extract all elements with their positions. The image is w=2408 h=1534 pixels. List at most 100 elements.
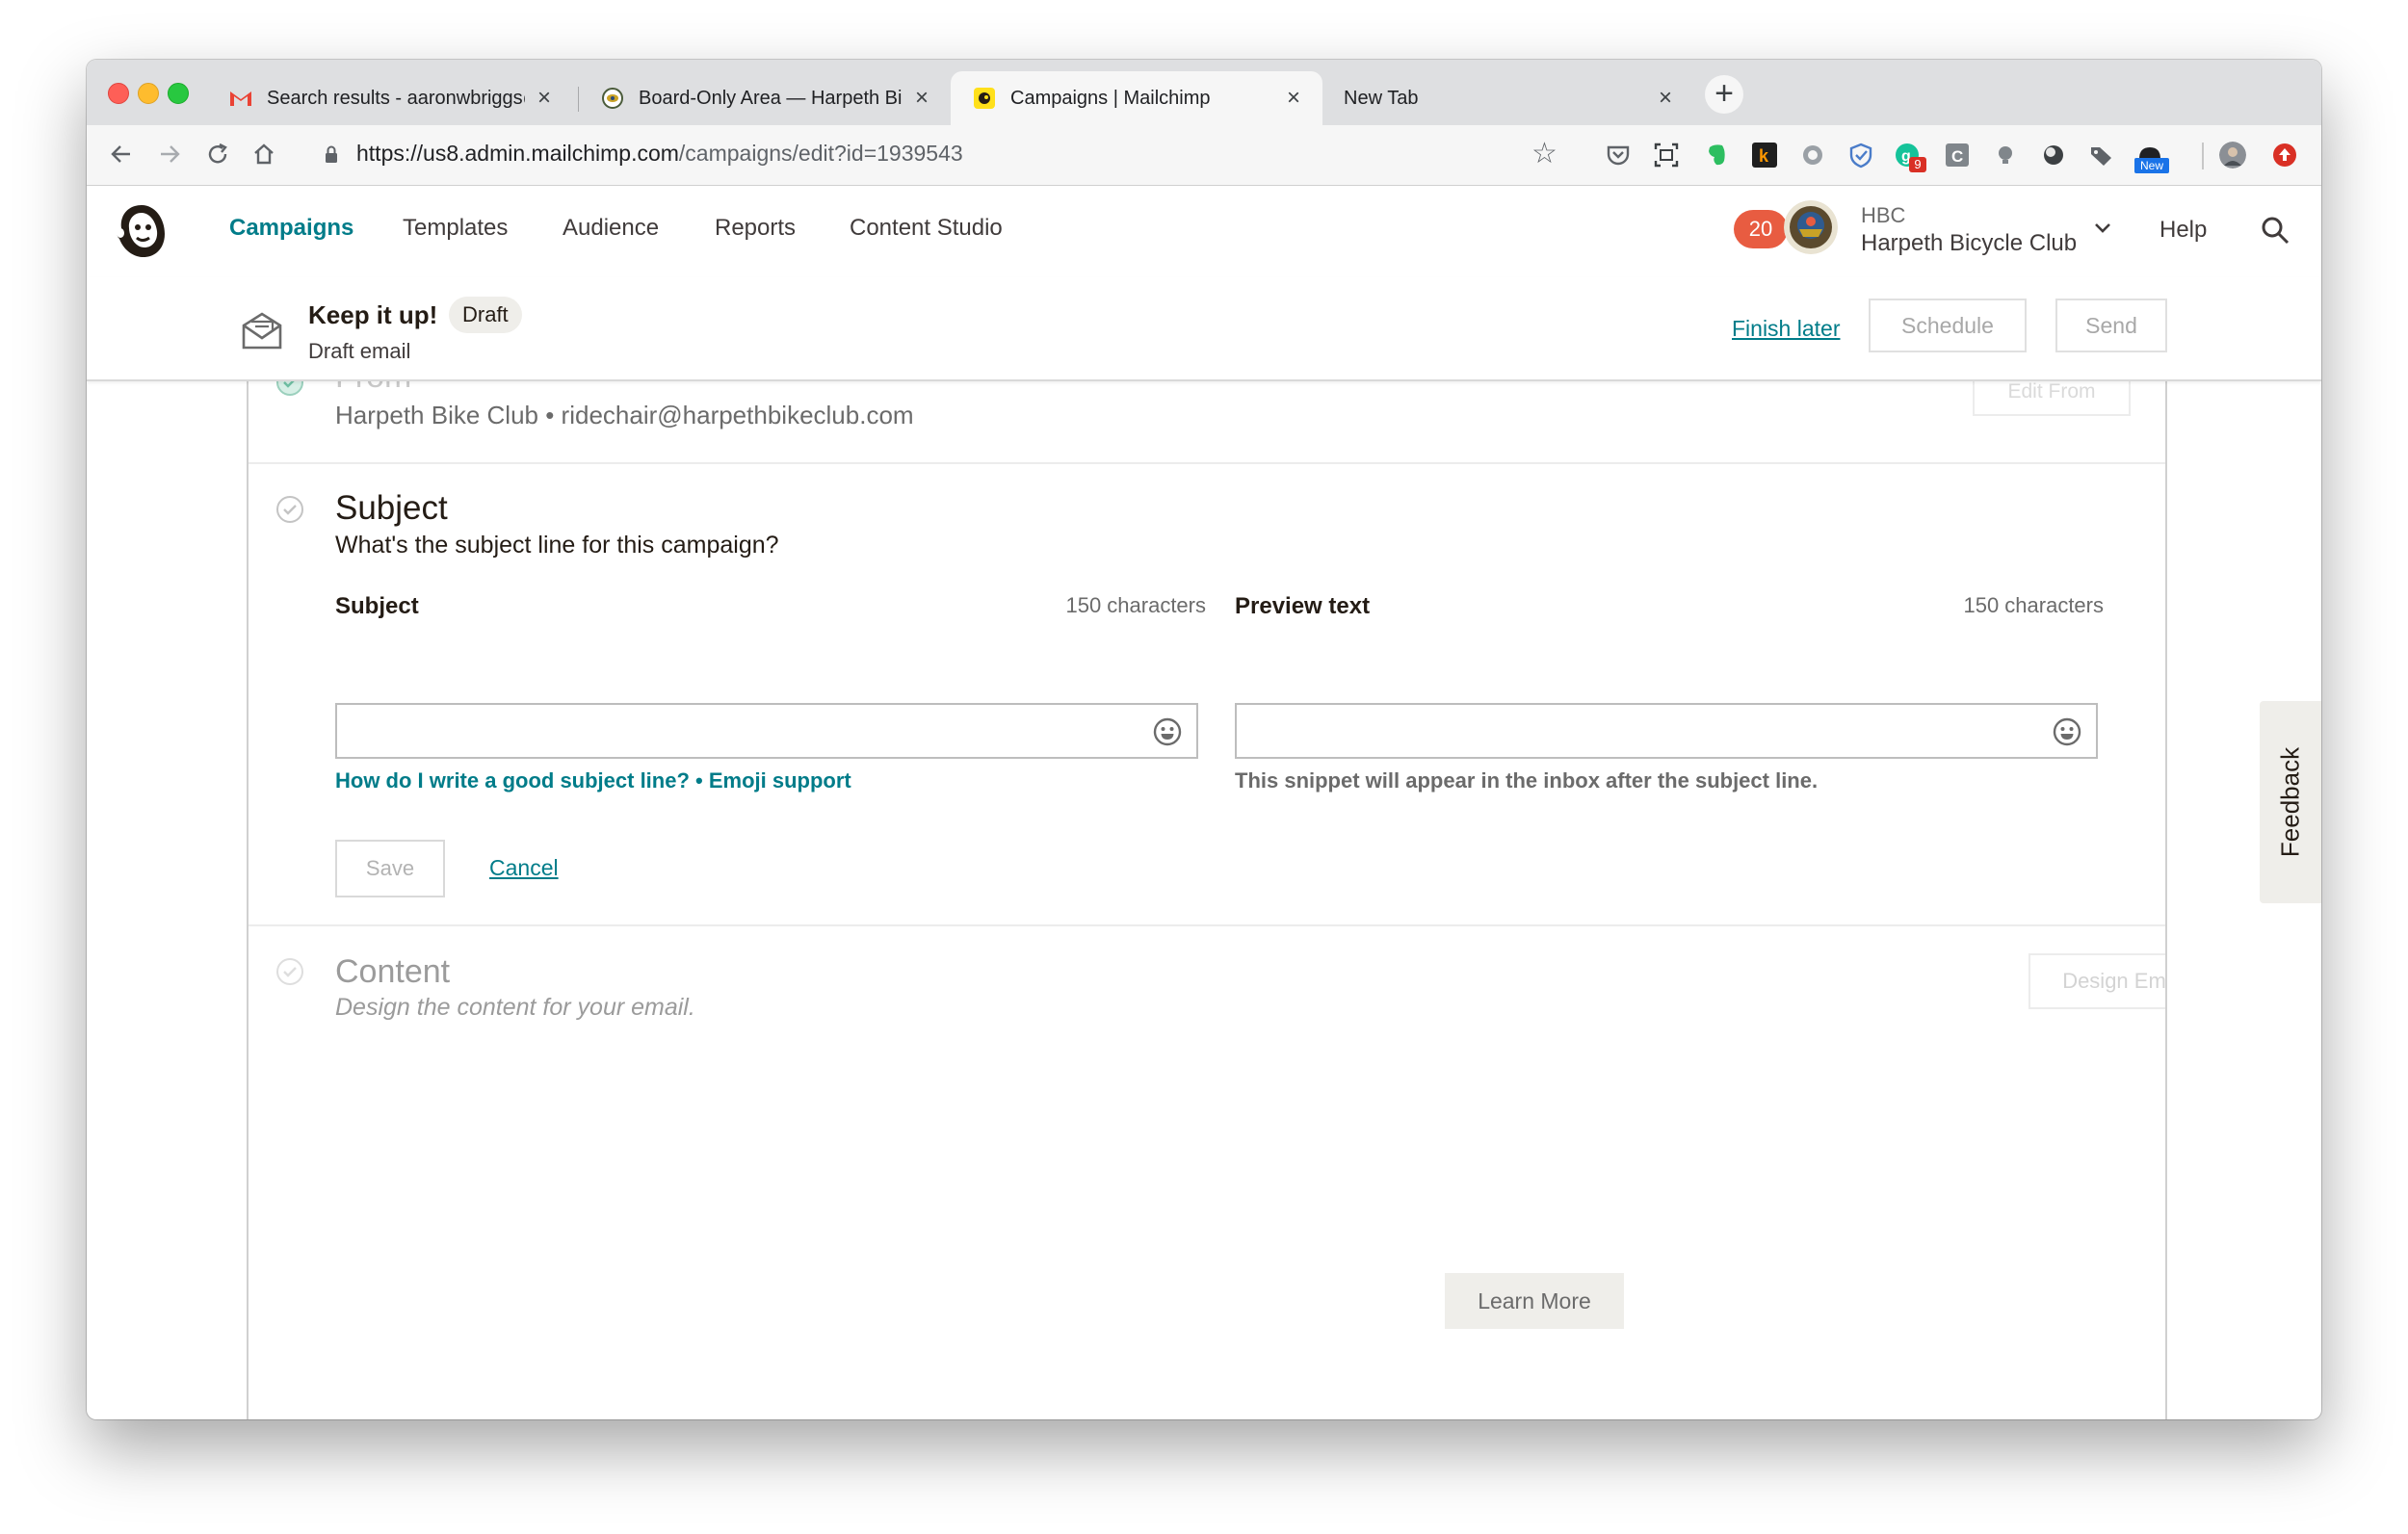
tab-board-only[interactable]: Board-Only Area — Harpeth Bi × [579, 71, 951, 125]
section-divider [249, 462, 2165, 464]
check-circle-icon [276, 496, 303, 523]
privacy-extension-icon[interactable] [1799, 142, 1826, 169]
campaign-type: Draft email [308, 339, 411, 363]
shield-extension-icon[interactable] [1847, 142, 1874, 169]
browser-window: Search results - aaronwbriggs@ × Board-O… [87, 60, 2321, 1419]
emoji-icon[interactable] [1152, 716, 1183, 752]
back-button[interactable] [102, 135, 141, 173]
close-tab-icon[interactable]: × [1654, 85, 1677, 112]
nav-content-studio[interactable]: Content Studio [850, 215, 1003, 242]
reload-button[interactable] [198, 135, 237, 173]
tab-title: Campaigns | Mailchimp [1010, 87, 1211, 109]
campaign-title: Keep it up! [308, 300, 438, 329]
mailchimp-logo-icon[interactable] [112, 201, 171, 266]
subject-section-description: What's the subject line for this campaig… [335, 532, 779, 559]
learn-more-button[interactable]: Learn More [1445, 1273, 1624, 1329]
tab-new-tab[interactable]: New Tab × [1322, 71, 1694, 125]
campaign-header: Keep it up! Draft Draft email Finish lat… [87, 277, 2321, 381]
account-short-name[interactable]: HBC [1861, 203, 1905, 228]
check-circle-icon [276, 958, 303, 985]
preview-text-label: Preview text [1235, 593, 1371, 619]
tab-title: New Tab [1344, 87, 1419, 109]
screenshot-extension-icon[interactable] [1653, 142, 1680, 169]
mailchimp-favicon-icon [972, 86, 997, 111]
maximize-window-button[interactable] [168, 83, 189, 104]
c-extension-icon[interactable]: C [1944, 142, 1971, 169]
extension-badge: 9 [1909, 157, 1926, 172]
subject-label: Subject [335, 593, 419, 619]
bookmark-star-icon[interactable]: ☆ [1531, 137, 1557, 170]
feedback-label: Feedback [2275, 746, 2305, 858]
club-avatar[interactable] [1784, 200, 1838, 254]
finish-later-link[interactable]: Finish later [1732, 316, 1840, 342]
circle-extension-icon[interactable] [2040, 142, 2067, 169]
cancel-link[interactable]: Cancel [489, 855, 559, 881]
nav-campaigns[interactable]: Campaigns [229, 215, 353, 242]
tags-extension-icon[interactable] [2088, 142, 2115, 169]
new-extension-label: New [2134, 158, 2169, 173]
campaign-checklist: From Harpeth Bike Club • ridechair@harpe… [247, 379, 2167, 1419]
design-email-button[interactable]: Design Email [2028, 953, 2165, 1009]
preview-char-count: 150 characters [1963, 593, 2104, 617]
k-extension-icon[interactable]: k [1751, 142, 1778, 169]
minimize-window-button[interactable] [138, 83, 159, 104]
section-divider [249, 924, 2165, 926]
subject-char-count: 150 characters [1065, 593, 1206, 617]
content-section-description: Design the content for your email. [335, 994, 695, 1021]
evernote-extension-icon[interactable] [1703, 142, 1730, 169]
close-tab-icon[interactable]: × [533, 85, 556, 112]
emoji-support-link[interactable]: Emoji support [709, 768, 851, 793]
search-icon[interactable] [2260, 215, 2290, 250]
lightbulb-extension-icon[interactable] [1992, 142, 2019, 169]
hbc-favicon-icon [600, 86, 625, 111]
status-badge: Draft [449, 297, 522, 333]
schedule-button[interactable]: Schedule [1869, 299, 2027, 352]
address-bar[interactable]: https://us8.admin.mailchimp.com/campaign… [356, 141, 963, 167]
close-tab-icon[interactable]: × [910, 85, 933, 112]
grammarly-extension-icon[interactable]: g 9 [1894, 142, 1926, 172]
tab-title: Search results - aaronwbriggs@ [267, 87, 525, 109]
pocket-extension-icon[interactable] [1605, 142, 1632, 169]
from-sender-text: Harpeth Bike Club • ridechair@harpethbik… [335, 401, 914, 429]
nav-reports[interactable]: Reports [715, 215, 796, 242]
chevron-down-icon[interactable] [2094, 215, 2111, 240]
forward-button[interactable] [150, 135, 189, 173]
account-name[interactable]: Harpeth Bicycle Club [1861, 230, 2077, 257]
svg-text:C: C [1951, 147, 1963, 166]
save-button[interactable]: Save [335, 840, 445, 897]
preview-text-input[interactable] [1235, 703, 2098, 759]
close-window-button[interactable] [108, 83, 129, 104]
update-icon[interactable] [2271, 142, 2298, 169]
lock-icon[interactable] [324, 144, 339, 169]
notifications-badge[interactable]: 20 [1734, 210, 1788, 248]
feedback-tab[interactable]: Feedback [2260, 701, 2321, 903]
new-extension-icon[interactable]: New [2134, 142, 2169, 173]
tab-title: Board-Only Area — Harpeth Bi [639, 87, 903, 109]
from-section-title: From [335, 379, 411, 396]
content-section-title: Content [335, 953, 451, 990]
tab-strip: Search results - aaronwbriggs@ × Board-O… [87, 60, 2321, 125]
nav-templates[interactable]: Templates [403, 215, 508, 242]
check-circle-icon [276, 379, 303, 396]
subject-section-title: Subject [335, 489, 448, 527]
emoji-icon[interactable] [2052, 716, 2082, 752]
url-host: https://us8.admin.mailchimp.com [356, 141, 679, 166]
subject-help-links: How do I write a good subject line? • Em… [335, 768, 851, 793]
tab-campaigns-mailchimp[interactable]: Campaigns | Mailchimp × [951, 71, 1322, 125]
nav-audience[interactable]: Audience [563, 215, 659, 242]
tab-gmail[interactable]: Search results - aaronwbriggs@ × [207, 71, 573, 125]
browser-toolbar: https://us8.admin.mailchimp.com/campaign… [87, 125, 2321, 186]
help-link[interactable]: Help [2159, 217, 2207, 244]
home-button[interactable] [245, 135, 283, 173]
subject-line-help-link[interactable]: How do I write a good subject line? [335, 768, 690, 793]
preview-text-hint: This snippet will appear in the inbox af… [1235, 768, 1819, 793]
profile-avatar-icon[interactable] [2219, 142, 2246, 169]
mailchimp-header: Campaigns Templates Audience Reports Con… [87, 186, 2321, 278]
subject-input[interactable] [335, 703, 1198, 759]
envelope-icon [241, 310, 283, 355]
url-path: /campaigns/edit?id=1939543 [678, 141, 963, 166]
new-tab-button[interactable]: + [1705, 75, 1743, 114]
edit-from-button[interactable]: Edit From [1973, 379, 2131, 416]
send-button[interactable]: Send [2055, 299, 2167, 352]
close-tab-icon[interactable]: × [1282, 85, 1305, 112]
